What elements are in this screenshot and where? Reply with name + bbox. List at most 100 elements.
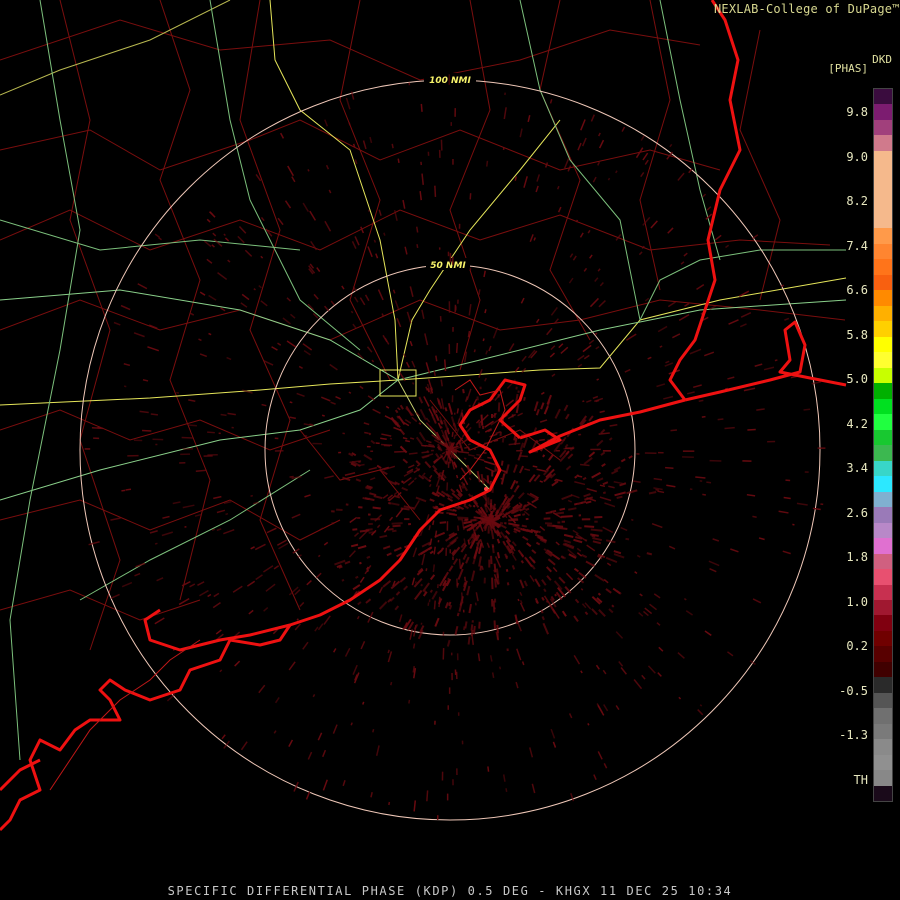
radar-return bbox=[510, 424, 516, 429]
radar-return bbox=[728, 319, 739, 325]
radar-return bbox=[137, 283, 148, 290]
radar-return bbox=[113, 321, 121, 326]
radar-return bbox=[375, 442, 380, 445]
radar-return bbox=[678, 696, 682, 700]
colorbar-swatch bbox=[874, 723, 892, 740]
radar-return bbox=[378, 601, 388, 610]
radar-return bbox=[260, 216, 265, 222]
radar-return bbox=[180, 453, 190, 456]
radar-return bbox=[580, 119, 586, 131]
radar-return bbox=[197, 581, 205, 586]
radar-return bbox=[717, 418, 724, 421]
colorbar-swatch bbox=[874, 383, 892, 399]
radar-return bbox=[457, 712, 460, 716]
radar-return bbox=[689, 348, 702, 355]
radar-return bbox=[585, 500, 592, 504]
radar-return bbox=[479, 386, 482, 390]
radar-return bbox=[543, 588, 547, 593]
radar-return bbox=[444, 359, 447, 372]
radar-return bbox=[470, 624, 474, 631]
radar-return bbox=[359, 561, 362, 565]
radar-return bbox=[120, 304, 131, 311]
radar-return bbox=[638, 251, 643, 256]
colorbar-swatch bbox=[874, 243, 892, 260]
radar-return bbox=[536, 174, 541, 182]
radar-return bbox=[287, 165, 294, 177]
radar-return bbox=[455, 671, 458, 680]
radar-return bbox=[685, 610, 693, 616]
radar-return bbox=[227, 259, 231, 263]
radar-return bbox=[309, 210, 317, 221]
colorbar-swatch bbox=[874, 150, 892, 167]
product-title: SPECIFIC DIFFERENTIAL PHASE (KDP) 0.5 DE… bbox=[167, 884, 733, 898]
radar-return bbox=[561, 494, 573, 501]
radar-return bbox=[542, 454, 546, 458]
radar-return bbox=[598, 432, 610, 435]
radar-return bbox=[446, 482, 449, 491]
radar-return bbox=[491, 577, 494, 590]
radar-return bbox=[598, 132, 601, 137]
radar-return bbox=[142, 379, 149, 382]
radar-return bbox=[709, 459, 722, 462]
radar-return bbox=[468, 603, 472, 614]
radar-return bbox=[322, 779, 328, 791]
radar-return bbox=[595, 664, 600, 670]
radar-return bbox=[342, 780, 346, 787]
radar-return bbox=[231, 426, 234, 429]
radar-return bbox=[254, 543, 266, 551]
radar-return bbox=[213, 238, 223, 247]
radar-return bbox=[551, 553, 561, 561]
colorbar-swatch bbox=[874, 692, 892, 709]
radar-return bbox=[468, 477, 472, 481]
radar-return bbox=[486, 475, 490, 484]
radar-return bbox=[820, 503, 824, 506]
radar-return bbox=[565, 572, 574, 581]
radar-return bbox=[358, 506, 363, 509]
radar-return bbox=[517, 598, 520, 602]
radar-return bbox=[240, 302, 248, 308]
radar-return bbox=[546, 327, 553, 336]
radar-return bbox=[127, 454, 139, 457]
radar-return bbox=[550, 728, 556, 739]
radar-return bbox=[220, 413, 227, 417]
radar-return bbox=[501, 437, 505, 443]
radar-return bbox=[333, 648, 337, 653]
radar-return bbox=[181, 436, 193, 439]
radar-return bbox=[567, 499, 572, 503]
radar-return bbox=[605, 539, 616, 544]
radar-return bbox=[238, 225, 247, 234]
radar-return bbox=[411, 382, 415, 385]
radar-return bbox=[216, 528, 222, 532]
colorbar-swatch bbox=[874, 522, 892, 539]
radar-return bbox=[258, 684, 266, 694]
radar-return bbox=[570, 494, 580, 499]
radar-return bbox=[188, 399, 196, 402]
radar-return bbox=[667, 227, 674, 234]
radar-return bbox=[332, 724, 338, 734]
radar-return bbox=[213, 495, 222, 500]
radar-return bbox=[434, 185, 437, 197]
colorbar-swatch bbox=[874, 181, 892, 198]
radar-return bbox=[224, 237, 230, 242]
radar-return bbox=[399, 576, 406, 583]
radar-return bbox=[539, 419, 548, 423]
radar-return bbox=[190, 312, 195, 316]
radar-return bbox=[550, 307, 558, 316]
radar-return bbox=[695, 476, 706, 479]
radar-return bbox=[133, 332, 145, 338]
radar-return bbox=[496, 552, 501, 559]
colorbar-label: TH bbox=[853, 772, 868, 787]
radar-return bbox=[580, 670, 583, 674]
radar-return bbox=[599, 496, 612, 502]
radar-return bbox=[541, 616, 545, 621]
radar-return bbox=[367, 395, 375, 401]
radar-return bbox=[213, 592, 220, 598]
radar-return bbox=[446, 521, 449, 531]
radar-return bbox=[402, 199, 406, 209]
radar-return bbox=[603, 704, 609, 712]
radar-return bbox=[602, 526, 614, 534]
radar-return bbox=[376, 524, 381, 529]
radar-return bbox=[154, 542, 158, 545]
radar-return bbox=[208, 332, 212, 336]
radar-return bbox=[221, 734, 226, 740]
